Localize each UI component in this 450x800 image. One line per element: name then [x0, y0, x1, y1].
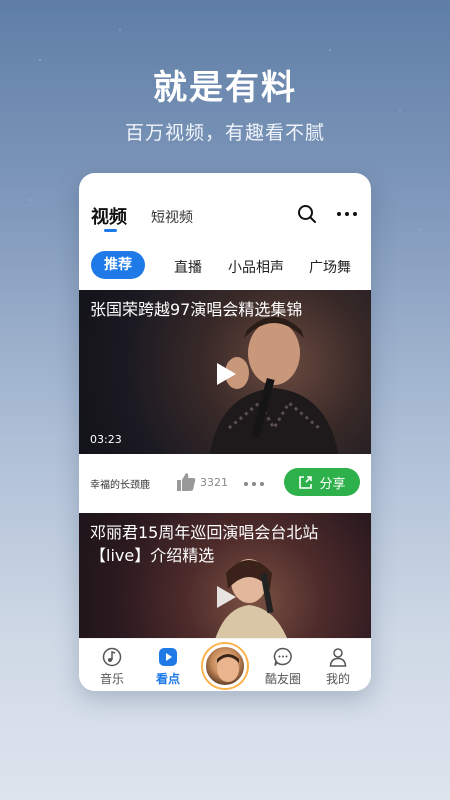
- music-note-icon: [102, 647, 122, 667]
- category-recommended[interactable]: 推荐: [91, 251, 145, 279]
- promo-subtitle: 百万视频，有趣看不腻: [124, 122, 325, 144]
- category-square-dance[interactable]: 广场舞: [309, 257, 351, 277]
- video-title-2: 邓丽君15周年巡回演唱会台北站【live】介绍精选: [90, 523, 319, 565]
- chat-bubble-icon: [273, 647, 292, 666]
- like-count: 3321: [200, 476, 228, 489]
- share-label: 分享: [319, 476, 346, 492]
- active-tab-indicator: [104, 229, 117, 232]
- nav-label-friends: 酷友圈: [264, 672, 301, 686]
- phone-screen: 视频 短视频 推荐 直播 小品相声 广场舞 张国荣跨越97演唱会精选集锦 03:…: [79, 173, 371, 691]
- nav-label-watch: 看点: [155, 672, 180, 686]
- top-bar: 视频 短视频: [79, 173, 371, 233]
- video-duration: 03:23: [90, 433, 122, 446]
- play-icon[interactable]: [211, 360, 239, 388]
- category-skits[interactable]: 小品相声: [228, 257, 284, 277]
- video-card-thumbnail-2[interactable]: 邓丽君15周年巡回演唱会台北站【live】介绍精选: [79, 513, 371, 638]
- bottom-nav: 音乐 看点 酷友圈 我的: [79, 638, 371, 691]
- play-square-icon: [159, 648, 177, 666]
- video-title: 张国荣跨越97演唱会精选集锦: [90, 300, 303, 319]
- play-icon-2[interactable]: [211, 583, 239, 611]
- more-dots-icon[interactable]: [243, 481, 265, 487]
- video-meta-row: 幸福的长颈鹿 3321 分享: [79, 454, 371, 513]
- author-name[interactable]: 幸福的长颈鹿: [90, 476, 150, 491]
- more-options-icon[interactable]: [336, 207, 358, 221]
- search-icon[interactable]: [297, 204, 317, 224]
- tab-video[interactable]: 视频: [91, 203, 127, 229]
- category-live[interactable]: 直播: [174, 257, 202, 277]
- avatar[interactable]: [203, 644, 247, 688]
- user-icon: [329, 648, 347, 667]
- nav-profile[interactable]: 我的: [309, 639, 367, 691]
- nav-label-music: 音乐: [99, 672, 124, 686]
- share-icon: [299, 475, 313, 489]
- video-card-thumbnail[interactable]: 张国荣跨越97演唱会精选集锦 03:23: [79, 290, 371, 454]
- nav-music[interactable]: 音乐: [83, 639, 141, 691]
- nav-watch[interactable]: 看点: [139, 639, 197, 691]
- avatar-image: [217, 654, 239, 682]
- nav-label-profile: 我的: [325, 672, 350, 686]
- nav-friends-circle[interactable]: 酷友圈: [254, 639, 312, 691]
- tab-short-video[interactable]: 短视频: [151, 207, 193, 227]
- thumbs-up-icon[interactable]: [176, 472, 196, 492]
- share-button[interactable]: 分享: [284, 468, 360, 496]
- promo-title: 就是有料: [153, 68, 297, 108]
